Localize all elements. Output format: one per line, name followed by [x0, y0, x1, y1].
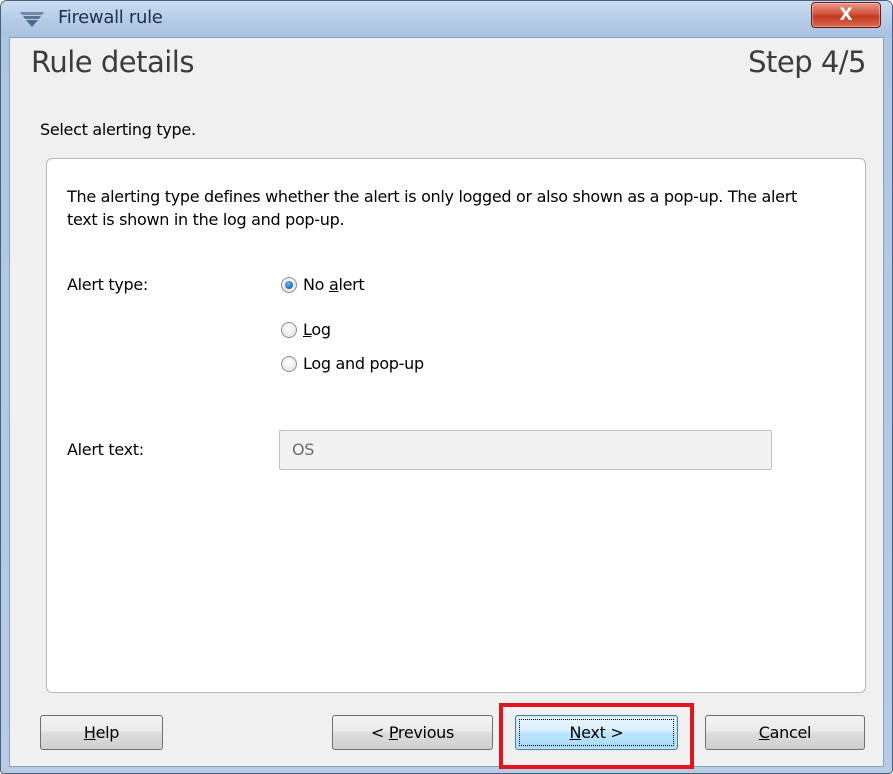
radio-log-and-popup[interactable]: Log and pop-up [281, 354, 424, 373]
close-icon: X [839, 5, 853, 25]
alert-text-label: Alert text: [67, 440, 144, 459]
dialog-window: Firewall rule X Rule details Step 4/5 Se… [0, 0, 893, 774]
window-title: Firewall rule [58, 7, 163, 28]
title-bar[interactable]: Firewall rule X [1, 1, 892, 37]
cancel-button-label: Cancel [758, 723, 812, 742]
alert-type-label: Alert type: [67, 275, 149, 294]
help-button-label: Help [83, 723, 120, 742]
previous-button-label: < Previous [370, 723, 455, 742]
page-heading: Rule details [31, 45, 194, 79]
close-button[interactable]: X [811, 2, 881, 28]
step-indicator: Step 4/5 [748, 45, 866, 79]
radio-label-log-and-popup: Log and pop-up [303, 354, 424, 373]
radio-log[interactable]: Log [281, 320, 331, 339]
radio-no-alert[interactable]: No alert [281, 275, 365, 294]
previous-button[interactable]: < Previous [332, 715, 493, 750]
content-panel: The alerting type defines whether the al… [46, 158, 866, 693]
cancel-button[interactable]: Cancel [705, 715, 865, 750]
radio-button[interactable] [281, 355, 297, 372]
alert-text-input[interactable]: OS [279, 430, 772, 470]
radio-button[interactable] [281, 321, 297, 338]
firewall-shield-icon [20, 12, 44, 27]
description-text: The alerting type defines whether the al… [67, 187, 797, 229]
next-button-highlight-box [499, 703, 694, 769]
radio-button-selected[interactable] [281, 276, 297, 293]
radio-label-no-alert: No alert [303, 275, 365, 294]
radio-label-log: Log [303, 320, 331, 339]
help-button[interactable]: Help [40, 715, 163, 750]
page-subheading: Select alerting type. [40, 120, 196, 139]
